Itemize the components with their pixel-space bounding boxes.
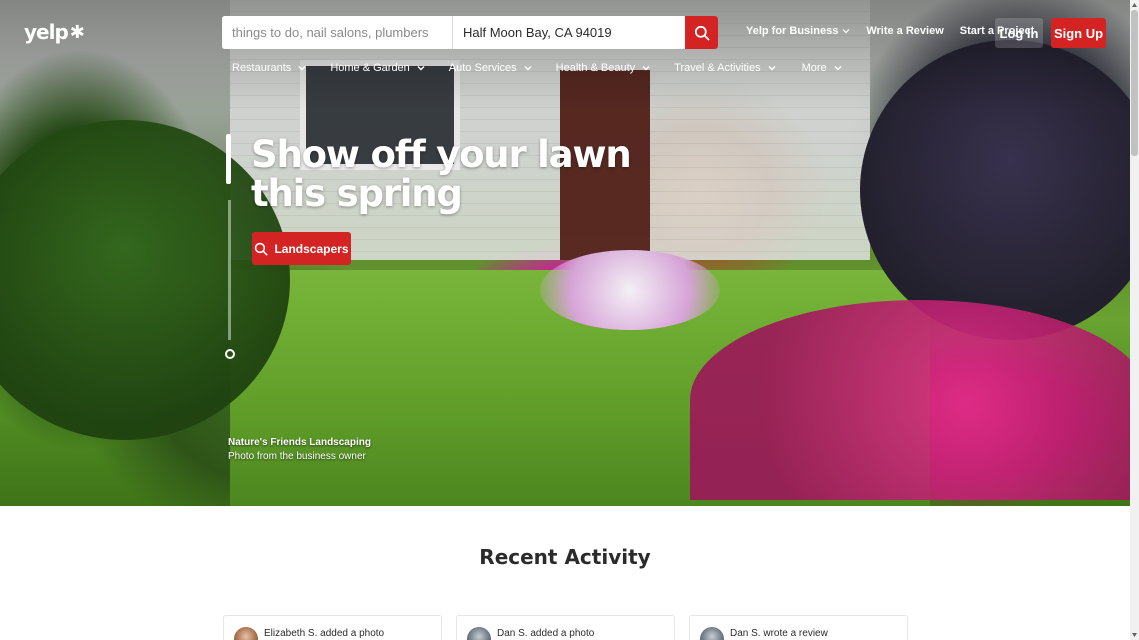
avatar[interactable] <box>467 627 491 640</box>
find-input[interactable] <box>222 16 453 49</box>
login-button[interactable]: Log In <box>995 18 1043 48</box>
scrollbar-thumb[interactable] <box>1131 10 1138 156</box>
search-icon <box>694 25 709 40</box>
signup-button[interactable]: Sign Up <box>1051 18 1106 48</box>
chevron-down-icon <box>768 66 776 71</box>
photo-credit-business-link[interactable]: Nature's Friends Landscaping <box>228 436 371 450</box>
carousel-active-indicator[interactable] <box>226 134 231 184</box>
category-restaurants[interactable]: Restaurants <box>222 60 318 76</box>
category-label: Home & Garden <box>330 62 410 74</box>
category-label: Restaurants <box>232 62 292 74</box>
category-home-garden[interactable]: Home & Garden <box>318 60 436 76</box>
search-bar <box>222 16 718 49</box>
write-review-link[interactable]: Write a Review <box>866 25 943 37</box>
carousel-track <box>228 200 231 340</box>
yelp-logo[interactable]: yelp ✱ <box>24 20 85 44</box>
near-input[interactable] <box>453 16 685 49</box>
search-button[interactable] <box>685 16 718 49</box>
yelp-burst-icon: ✱ <box>69 21 85 43</box>
search-icon <box>255 242 268 255</box>
carousel-pause-icon[interactable] <box>225 349 235 359</box>
chevron-down-icon <box>842 29 850 34</box>
chevron-down-icon <box>524 66 532 71</box>
category-label: Auto Services <box>448 62 517 74</box>
category-label: More <box>801 62 827 74</box>
category-nav: Restaurants Home & Garden Auto Services … <box>222 60 854 76</box>
hero-cta-button[interactable]: Landscapers <box>252 232 351 265</box>
scroll-up-arrow-icon[interactable] <box>1131 1 1138 9</box>
hero-cta-label: Landscapers <box>274 241 349 256</box>
avatar[interactable] <box>700 627 724 640</box>
yelp-for-business-link[interactable]: Yelp for Business <box>746 25 850 37</box>
activity-card[interactable]: Elizabeth S. added a photo <box>223 615 442 640</box>
logo-text: yelp <box>24 20 69 44</box>
recent-activity-title: Recent Activity <box>479 545 651 569</box>
category-health-beauty[interactable]: Health & Beauty <box>544 60 663 76</box>
yelp-for-business-label: Yelp for Business <box>746 25 839 37</box>
avatar[interactable] <box>234 627 258 640</box>
chevron-down-icon <box>298 66 306 71</box>
category-auto-services[interactable]: Auto Services <box>437 60 544 76</box>
activity-text: Dan S. added a photo <box>497 628 595 639</box>
yelp-homepage: yelp ✱ Yelp for Business Write a Review … <box>0 0 1139 640</box>
activity-card[interactable]: Dan S. added a photo <box>456 615 675 640</box>
category-travel-activities[interactable]: Travel & Activities <box>662 60 787 76</box>
category-label: Travel & Activities <box>674 62 761 74</box>
activity-text: Dan S. wrote a review <box>730 628 828 639</box>
photo-credit: Nature's Friends Landscaping Photo from … <box>228 436 371 464</box>
hero-headline: Show off your lawn this spring <box>251 133 632 215</box>
category-label: Health & Beauty <box>555 62 636 74</box>
activity-card[interactable]: Dan S. wrote a review <box>689 615 908 640</box>
activity-text: Elizabeth S. added a photo <box>264 628 385 639</box>
chevron-down-icon <box>642 66 650 71</box>
chevron-down-icon <box>417 66 425 71</box>
photo-credit-note: Photo from the business owner <box>228 451 366 462</box>
chevron-down-icon <box>834 66 842 71</box>
write-review-label: Write a Review <box>866 25 944 37</box>
category-more[interactable]: More <box>788 60 854 76</box>
scroll-down-arrow-icon[interactable] <box>1131 631 1138 639</box>
